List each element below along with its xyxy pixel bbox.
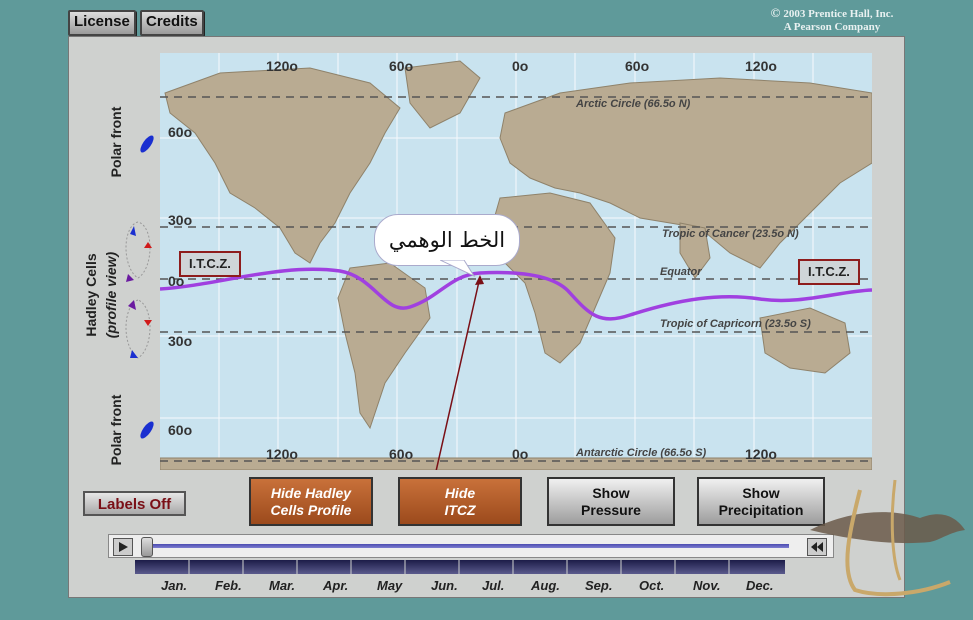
latitude-label-2: 30o <box>168 212 193 228</box>
copyright-line1: 2003 Prentice Hall, Inc. <box>783 8 894 20</box>
hadley-cells-title: Hadley Cells <box>83 253 99 337</box>
month-label-oct: Oct. <box>639 578 665 593</box>
speech-bubble: الخط الوهمي <box>374 214 520 266</box>
month-dividers <box>188 560 730 574</box>
copyright-notice: © 2003 Prentice Hall, Inc. A Pearson Comp… <box>752 6 912 34</box>
month-label-nov: Nov. <box>693 578 721 593</box>
month-label-dec: Dec. <box>746 578 774 593</box>
antarctic-circle-label: Antarctic Circle (66.5o S) <box>576 447 707 459</box>
hide-itcz-line2: ITCZ <box>444 501 476 518</box>
credits-button[interactable]: Credits <box>140 10 204 36</box>
itcz-label-right: I.T.C.Z. <box>798 259 860 285</box>
longitude-label-top-1: 120o <box>266 58 298 74</box>
slider-handle[interactable] <box>141 537 153 557</box>
falcon-logo <box>810 479 965 597</box>
latitude-label-4: 30o <box>168 333 193 349</box>
month-label-jun: Jun. <box>431 578 458 593</box>
month-label-aug: Aug. <box>531 578 560 593</box>
hide-hadley-line1: Hide Hadley <box>270 484 352 501</box>
show-pressure-line1: Show <box>592 484 630 501</box>
license-button[interactable]: License <box>68 10 136 36</box>
month-label-apr: Apr. <box>323 578 349 593</box>
tropic-of-capricorn-label: Tropic of Capricorn (23.5o S) <box>660 318 811 330</box>
world-map <box>160 53 872 470</box>
labels-off-button[interactable]: Labels Off <box>83 491 186 516</box>
polar-front-bottom-label: Polar front <box>108 394 124 466</box>
slider-track[interactable] <box>149 544 789 548</box>
longitude-label-bottom-4: 120o <box>745 446 777 462</box>
hide-hadley-line2: Cells Profile <box>270 501 352 518</box>
month-label-mar: Mar. <box>269 578 296 593</box>
play-icon <box>119 542 128 552</box>
itcz-label-left: I.T.C.Z. <box>179 251 241 277</box>
longitude-label-bottom-2: 60o <box>389 446 414 462</box>
month-label-feb: Feb. <box>215 578 242 593</box>
hide-itcz-button[interactable]: Hide ITCZ <box>398 477 522 526</box>
show-precip-line2: Precipitation <box>718 501 804 518</box>
show-pressure-button[interactable]: Show Pressure <box>547 477 675 526</box>
copyright-line2: A Pearson Company <box>783 21 881 33</box>
month-label-jan: Jan. <box>161 578 188 593</box>
hadley-cells-diagram <box>125 221 152 359</box>
speech-bubble-tail <box>440 260 476 278</box>
latitude-label-5: 60o <box>168 422 193 438</box>
polar-front-bottom-icon <box>140 421 154 439</box>
timeline-slider[interactable] <box>108 534 834 558</box>
polar-front-top-label: Polar front <box>108 106 124 178</box>
month-label-sep: Sep. <box>585 578 613 593</box>
month-bar <box>135 560 785 574</box>
longitude-label-top-4: 60o <box>625 58 650 74</box>
polar-front-top-icon <box>140 135 154 153</box>
longitude-label-top-5: 120o <box>745 58 777 74</box>
show-precip-line1: Show <box>742 484 780 501</box>
copyright-symbol: © <box>770 5 781 20</box>
play-button[interactable] <box>113 538 133 556</box>
hide-hadley-cells-button[interactable]: Hide Hadley Cells Profile <box>249 477 373 526</box>
tropic-of-cancer-label: Tropic of Cancer (23.5o N) <box>662 228 799 240</box>
equator-label: Equator <box>660 266 702 278</box>
month-label-may: May <box>377 578 403 593</box>
arctic-circle-label: Arctic Circle (66.5o N) <box>576 98 691 110</box>
longitude-label-top-2: 60o <box>389 58 414 74</box>
longitude-label-top-3: 0o <box>512 58 529 74</box>
longitude-label-bottom-3: 0o <box>512 446 529 462</box>
show-pressure-line2: Pressure <box>581 501 641 518</box>
hide-itcz-line1: Hide <box>444 484 476 501</box>
longitude-label-bottom-1: 120o <box>266 446 298 462</box>
month-label-jul: Jul. <box>482 578 505 593</box>
latitude-label-1: 60o <box>168 124 193 140</box>
